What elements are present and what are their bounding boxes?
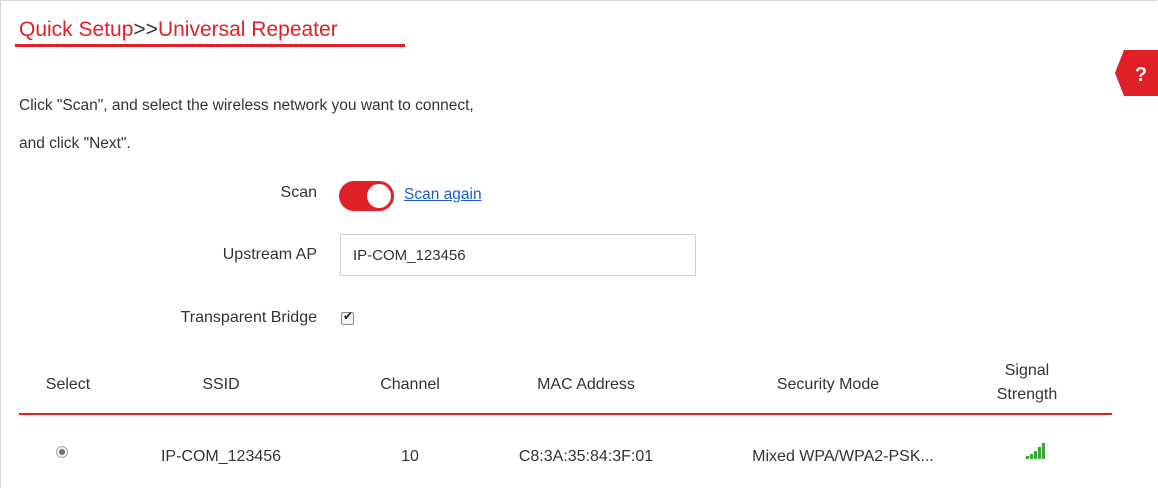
scan-toggle-knob [367, 184, 391, 208]
row-channel: 10 [401, 448, 419, 465]
transparent-bridge-label: Transparent Bridge [180, 309, 317, 326]
col-header-select: Select [45, 376, 91, 393]
signal-strength-icon [1026, 443, 1045, 459]
table-header-divider [19, 413, 1112, 415]
row-mac-address: C8:3A:35:84:3F:01 [518, 448, 654, 465]
col-header-security-mode: Security Mode [776, 376, 880, 393]
breadcrumb-universal-repeater: Universal Repeater [157, 18, 338, 41]
col-header-signal-line2: Strength [996, 386, 1058, 403]
upstream-ap-label: Upstream AP [222, 246, 317, 263]
transparent-bridge-checkbox[interactable]: ✔ [341, 309, 354, 325]
breadcrumb-quick-setup[interactable]: Quick Setup [19, 18, 133, 41]
scan-again-link[interactable]: Scan again [404, 186, 482, 204]
col-header-ssid: SSID [202, 376, 240, 393]
breadcrumb-underline [15, 44, 405, 47]
help-label: ? [1135, 64, 1147, 86]
row-ssid: IP-COM_123456 [160, 448, 282, 465]
instruction-line-2: and click "Next". [19, 135, 131, 152]
scan-label: Scan [280, 184, 317, 201]
instruction-line-1: Click "Scan", and select the wireless ne… [19, 97, 474, 114]
row-select-radio[interactable] [56, 446, 68, 458]
breadcrumb: Quick Setup>>Universal Repeater [19, 18, 338, 42]
breadcrumb-separator: >> [133, 18, 158, 41]
col-header-mac-address: MAC Address [537, 376, 635, 393]
scan-toggle[interactable] [339, 181, 394, 211]
check-icon: ✔ [342, 309, 354, 323]
col-header-channel: Channel [380, 376, 440, 393]
help-icon[interactable]: ? [1115, 50, 1158, 96]
col-header-signal-strength: Signal Strength [967, 359, 1087, 407]
row-security-mode: Mixed WPA/WPA2-PSK... [752, 448, 934, 465]
col-header-signal-line1: Signal [1004, 362, 1050, 379]
upstream-ap-input[interactable] [340, 234, 696, 276]
